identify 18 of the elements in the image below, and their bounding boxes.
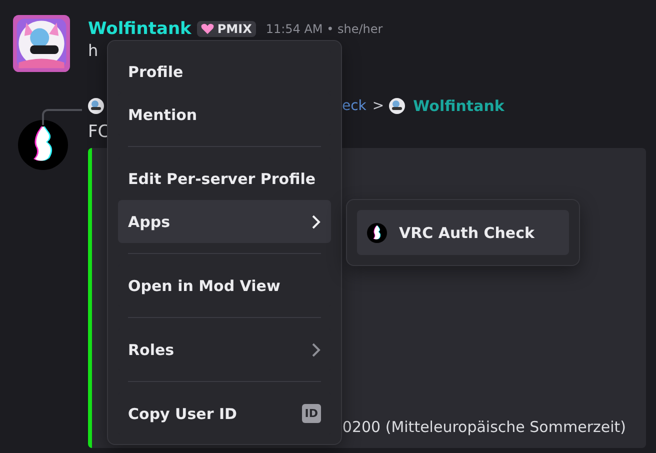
chevron-right-icon <box>311 214 321 230</box>
avatar-icon <box>88 98 104 114</box>
reply-text[interactable]: eck <box>342 98 366 114</box>
fox-avatar-icon <box>18 120 68 170</box>
tag-text: PMIX <box>217 22 252 36</box>
message-meta: 11:54 AM • she/her <box>266 22 383 36</box>
author-name[interactable]: Wolfintank <box>88 19 192 39</box>
separator-text: > <box>372 98 384 114</box>
heart-icon <box>201 23 214 35</box>
menu-item[interactable]: VRC Auth Check <box>357 210 569 255</box>
author-name[interactable]: Wolfintank <box>413 97 504 115</box>
id-icon: ID <box>302 404 321 423</box>
embed-text: 0200 (Mitteleuropäische Sommerzeit) <box>342 418 626 436</box>
avatar-icon <box>389 98 406 114</box>
menu-item[interactable]: Apps <box>118 200 331 243</box>
chevron-right-icon <box>311 342 321 358</box>
fox-app-icon <box>367 222 387 242</box>
message-text: h <box>88 41 100 60</box>
